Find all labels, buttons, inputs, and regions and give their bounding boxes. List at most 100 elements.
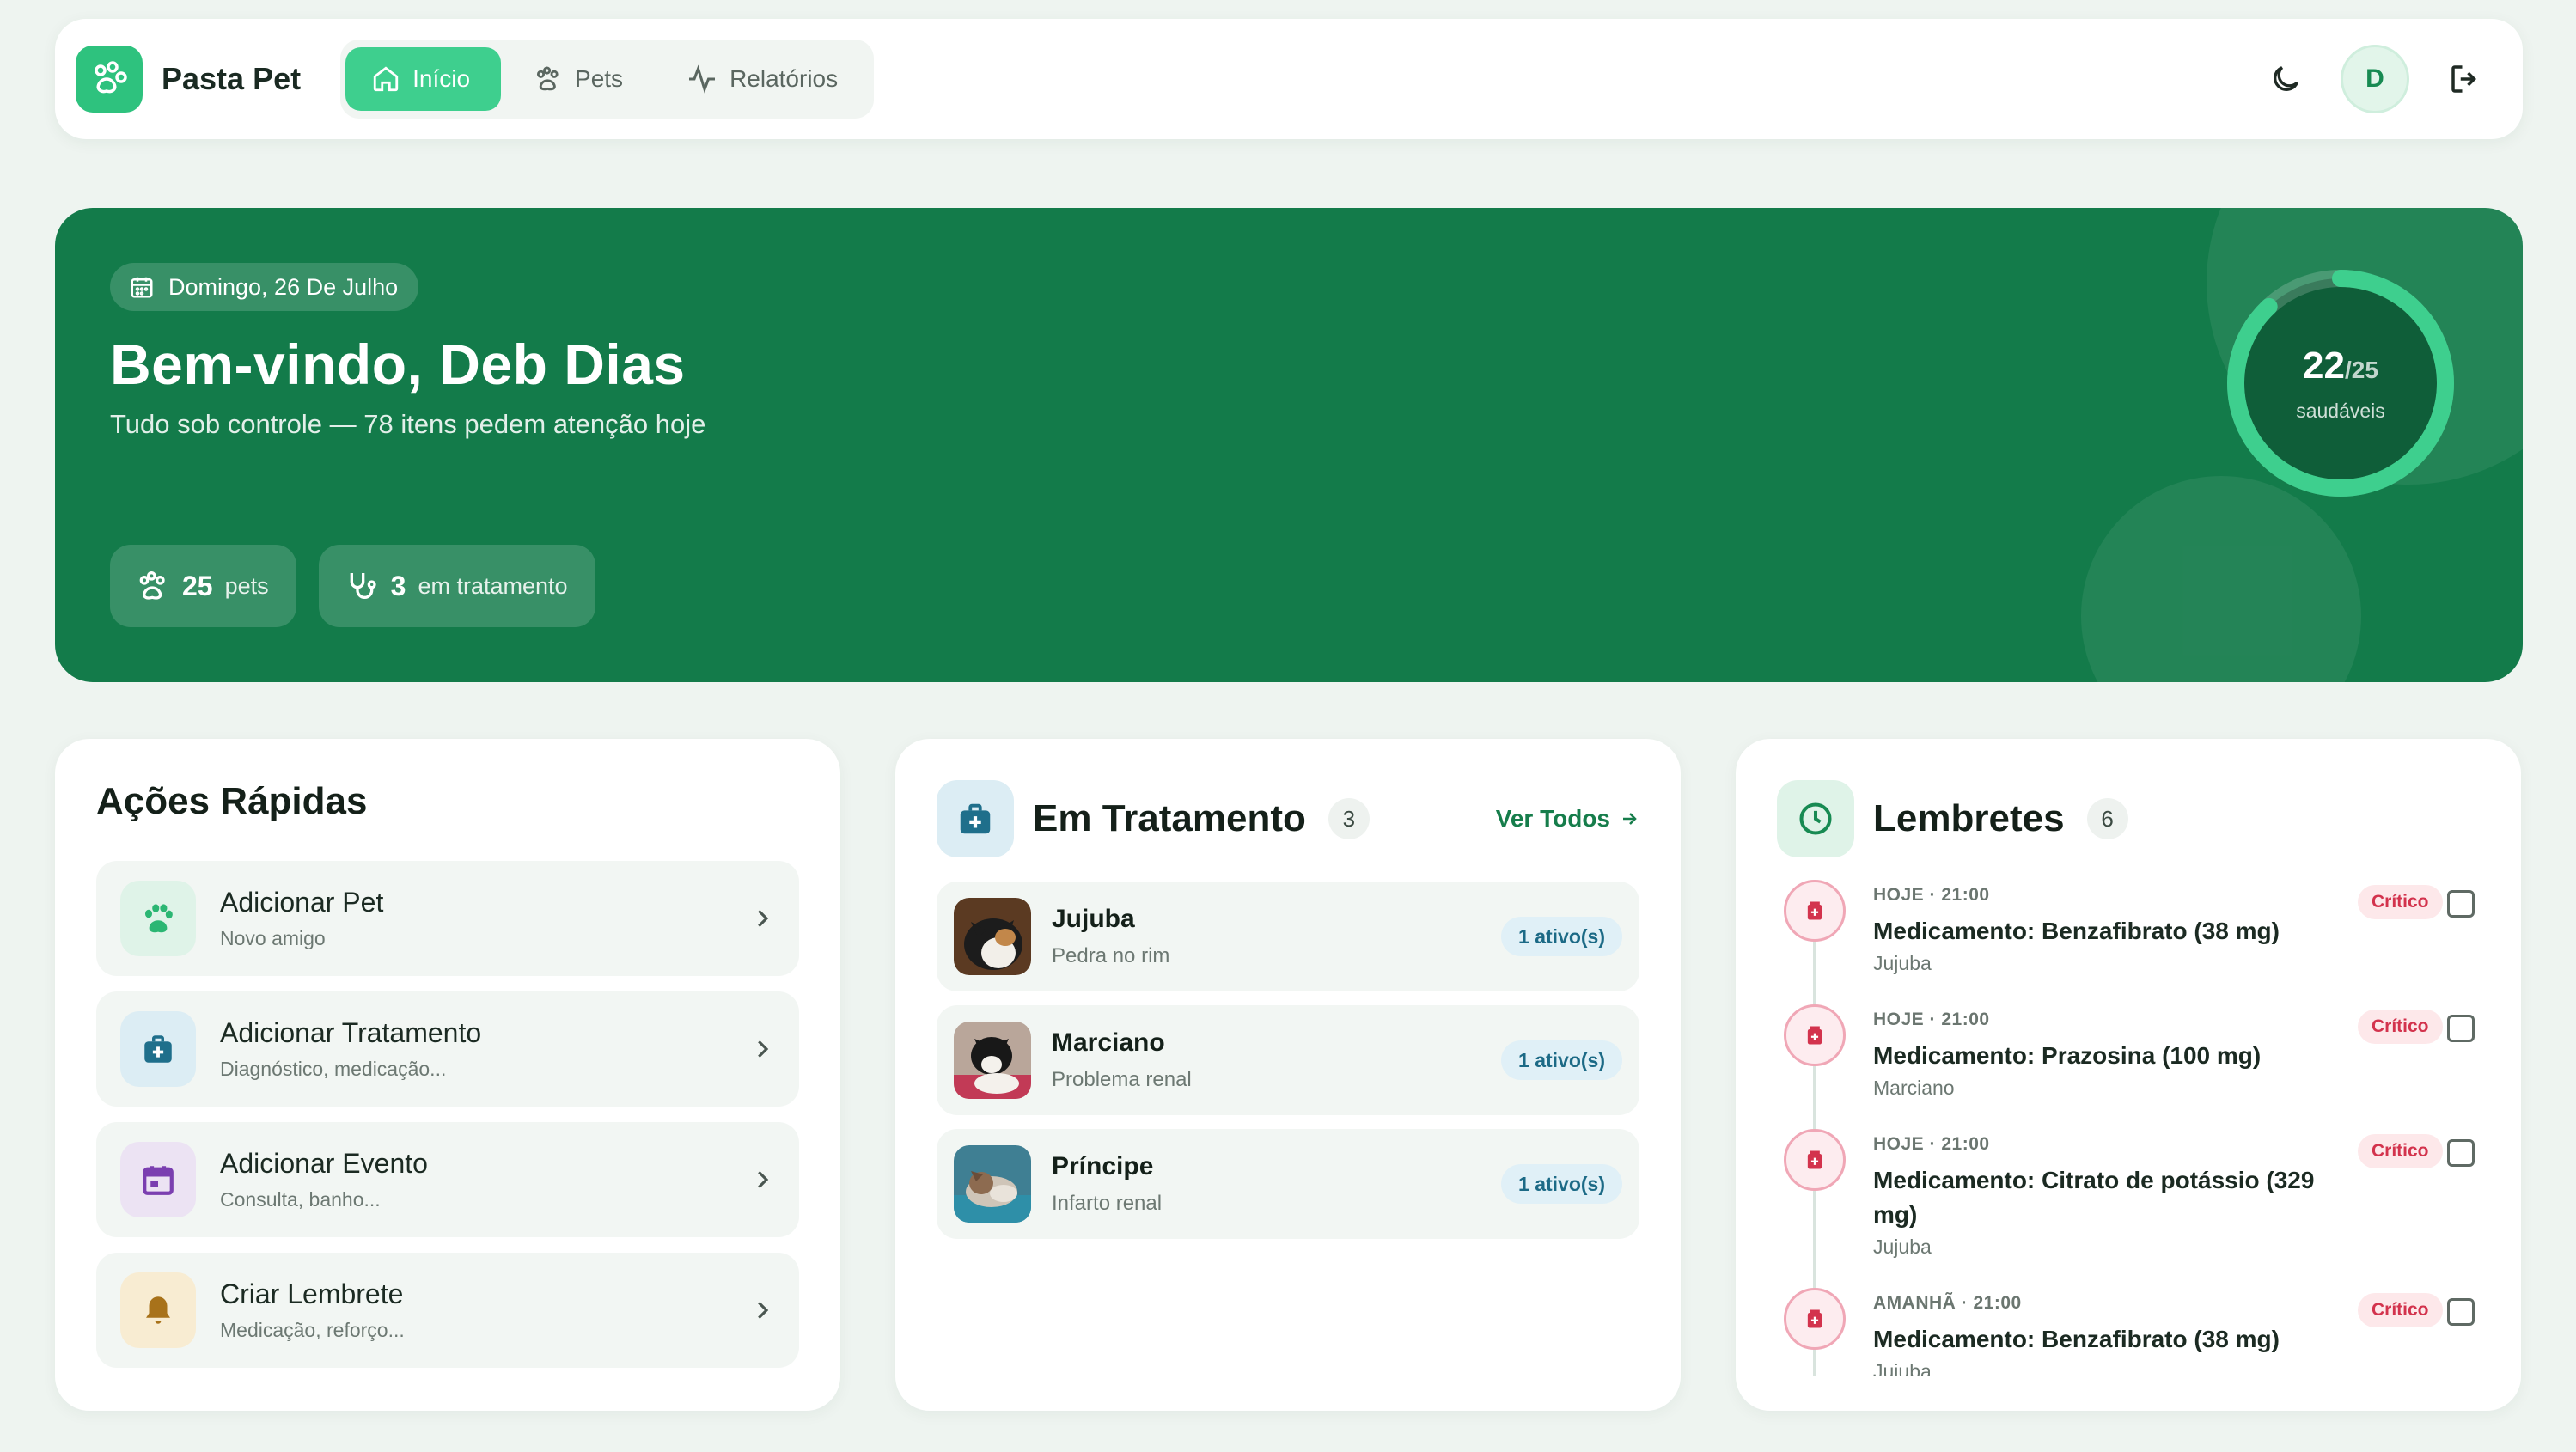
medicine-icon bbox=[1784, 1004, 1846, 1066]
reminder-pet: Jujuba bbox=[1873, 952, 1932, 974]
priority-badge: Crítico bbox=[2358, 1010, 2443, 1044]
reminder-checkbox[interactable] bbox=[2447, 1015, 2475, 1042]
action-description: Medicação, reforço... bbox=[220, 1319, 405, 1341]
treatment-count-badge: 3 bbox=[1328, 798, 1370, 839]
avatar[interactable]: D bbox=[2341, 45, 2409, 113]
healthy-count: 22 bbox=[2303, 344, 2345, 387]
active-treatments-badge: 1 ativo(s) bbox=[1501, 917, 1622, 956]
action-label: Criar Lembrete bbox=[220, 1278, 404, 1309]
create-reminder-button[interactable]: Criar Lembrete Medicação, reforço... bbox=[96, 1253, 799, 1368]
medicine-icon bbox=[1784, 1288, 1846, 1350]
date-text: Domingo, 26 De Julho bbox=[168, 273, 399, 300]
add-treatment-button[interactable]: Adicionar Tratamento Diagnóstico, medica… bbox=[96, 991, 799, 1107]
stat-label: em tratamento bbox=[418, 572, 568, 599]
date-chip: Domingo, 26 De Julho bbox=[110, 263, 419, 311]
add-event-button[interactable]: Adicionar Evento Consulta, banho... bbox=[96, 1122, 799, 1237]
stat-value: 3 bbox=[390, 570, 406, 601]
tab-relatorios[interactable]: Relatórios bbox=[661, 47, 869, 111]
quick-actions-card: Ações Rápidas Adicionar Pet Novo amigo A… bbox=[55, 739, 840, 1411]
medicine-icon bbox=[1784, 1129, 1846, 1191]
treatment-row[interactable]: Jujuba Pedra no rim 1 ativo(s) bbox=[937, 882, 1639, 991]
reminder-checkbox[interactable] bbox=[2447, 1139, 2475, 1167]
arrow-right-icon bbox=[1623, 813, 1637, 825]
medical-kit-icon bbox=[937, 780, 1014, 857]
reminder-pet: Marciano bbox=[1873, 1077, 1955, 1099]
reminders-timeline: HOJE · 21:00 Medicamento: Benzafibrato (… bbox=[1777, 880, 2480, 1376]
pet-photo bbox=[954, 898, 1031, 975]
logout-icon[interactable] bbox=[2447, 61, 2483, 97]
treatment-title: Em Tratamento bbox=[1033, 797, 1306, 839]
reminder-time: HOJE · 21:00 bbox=[1873, 1010, 1990, 1029]
treatment-row[interactable]: Marciano Problema renal 1 ativo(s) bbox=[937, 1005, 1639, 1115]
paw-icon bbox=[536, 66, 559, 91]
tab-label: Pets bbox=[575, 65, 624, 92]
action-label: Adicionar Tratamento bbox=[220, 1017, 482, 1048]
paw-logo-icon[interactable] bbox=[76, 46, 143, 113]
stat-value: 25 bbox=[182, 570, 213, 601]
stethoscope-icon bbox=[350, 573, 376, 599]
see-all-label: Ver Todos bbox=[1495, 805, 1610, 832]
healthy-caption: saudáveis bbox=[2296, 399, 2385, 422]
chevron-right-icon bbox=[758, 1040, 769, 1058]
active-treatments-badge: 1 ativo(s) bbox=[1501, 1164, 1622, 1204]
reminder-time: AMANHÃ · 21:00 bbox=[1873, 1293, 2022, 1313]
home-icon bbox=[373, 66, 399, 92]
decorative-circle bbox=[2081, 476, 2361, 682]
reminder-title: Medicamento: Benzafibrato (38 mg) bbox=[1873, 918, 2280, 944]
reminder-pet: Jujuba bbox=[1873, 1360, 1932, 1376]
tab-label: Relatórios bbox=[729, 65, 839, 92]
reminders-card: Lembretes 6 HOJE · 21:00 Medicamento: Be… bbox=[1736, 739, 2521, 1411]
quick-actions-title: Ações Rápidas bbox=[96, 780, 368, 822]
activity-icon bbox=[689, 64, 716, 94]
nav-tabs: Início Pets Relatórios bbox=[340, 40, 875, 119]
reminder-checkbox[interactable] bbox=[2447, 890, 2475, 918]
medicine-icon bbox=[1784, 880, 1846, 942]
action-description: Diagnóstico, medicação... bbox=[220, 1058, 447, 1080]
treatment-row[interactable]: Príncipe Infarto renal 1 ativo(s) bbox=[937, 1129, 1639, 1239]
welcome-heading: Bem-vindo, Deb Dias bbox=[110, 332, 686, 396]
calendar-icon bbox=[131, 277, 153, 298]
pet-name: Marciano bbox=[1052, 1028, 1165, 1057]
bell-icon bbox=[120, 1272, 196, 1348]
pet-condition: Infarto renal bbox=[1052, 1192, 1163, 1215]
medical-kit-icon bbox=[120, 1011, 196, 1087]
paw-icon bbox=[120, 881, 196, 956]
welcome-banner: Domingo, 26 De Julho Bem-vindo, Deb Dias… bbox=[55, 208, 2523, 682]
active-treatments-badge: 1 ativo(s) bbox=[1501, 1040, 1622, 1080]
moon-icon[interactable] bbox=[2268, 62, 2303, 96]
pet-name: Príncipe bbox=[1052, 1152, 1154, 1181]
chevron-right-icon bbox=[758, 1302, 769, 1319]
treatment-card: Em Tratamento 3 Ver Todos Jujuba Pedra n… bbox=[895, 739, 1681, 1411]
reminder-title: Medicamento: Prazosina (100 mg) bbox=[1873, 1042, 2262, 1069]
stat-pets[interactable]: 25 pets bbox=[110, 545, 296, 627]
pet-photo bbox=[954, 1022, 1031, 1099]
reminder-time: HOJE · 21:00 bbox=[1873, 1134, 1990, 1154]
stat-treatment[interactable]: 3 em tratamento bbox=[318, 545, 595, 627]
clock-icon bbox=[1777, 780, 1854, 857]
reminder-pet: Jujuba bbox=[1873, 1235, 1932, 1258]
tab-label: Início bbox=[412, 65, 471, 92]
reminder-title: Medicamento: Benzafibrato (38 mg) bbox=[1873, 1326, 2280, 1352]
action-label: Adicionar Pet bbox=[220, 887, 384, 918]
brand-name[interactable]: Pasta Pet bbox=[162, 61, 301, 97]
calendar-icon bbox=[120, 1142, 196, 1217]
reminders-count-badge: 6 bbox=[2086, 798, 2128, 839]
stat-label: pets bbox=[224, 572, 269, 599]
see-all-link[interactable]: Ver Todos bbox=[1496, 805, 1639, 833]
priority-badge: Crítico bbox=[2358, 1293, 2443, 1327]
reminder-time: HOJE · 21:00 bbox=[1873, 885, 1990, 905]
healthy-total: /25 bbox=[2345, 356, 2378, 383]
priority-badge: Crítico bbox=[2358, 1134, 2443, 1168]
tab-inicio[interactable]: Início bbox=[345, 47, 502, 111]
priority-badge: Crítico bbox=[2358, 885, 2443, 919]
add-pet-button[interactable]: Adicionar Pet Novo amigo bbox=[96, 861, 799, 976]
reminder-checkbox[interactable] bbox=[2447, 1298, 2475, 1326]
top-navbar: Pasta Pet Início Pets Relatórios D bbox=[55, 19, 2523, 139]
tab-pets[interactable]: Pets bbox=[508, 47, 654, 111]
reminder-title: Medicamento: Citrato de potássio (329 mg… bbox=[1873, 1167, 2315, 1228]
welcome-subtitle: Tudo sob controle — 78 itens pedem atenç… bbox=[110, 409, 706, 439]
pet-condition: Problema renal bbox=[1052, 1068, 1192, 1091]
pet-condition: Pedra no rim bbox=[1052, 944, 1170, 967]
pet-name: Jujuba bbox=[1052, 905, 1135, 933]
chevron-right-icon bbox=[758, 1171, 769, 1188]
